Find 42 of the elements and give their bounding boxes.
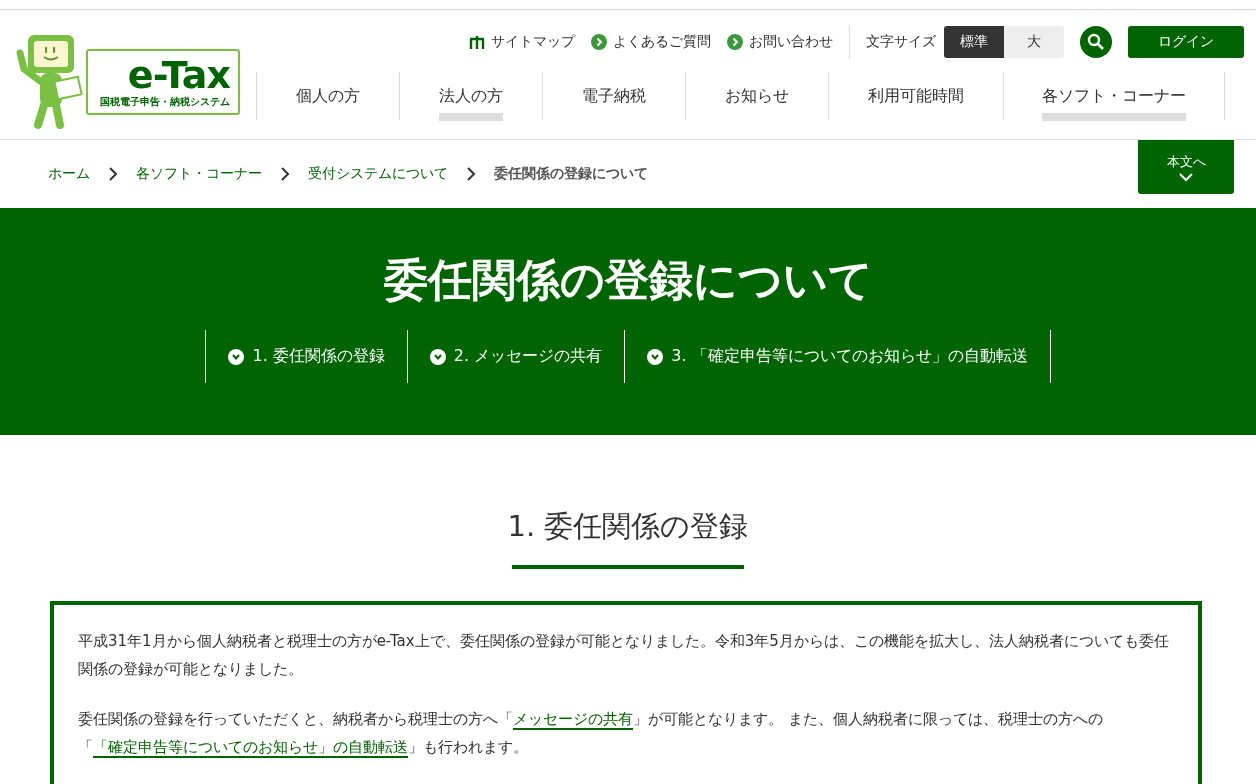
utility-link[interactable]: よくあるご質問 [591, 33, 711, 51]
text-link[interactable]: メッセージの共有 [513, 710, 633, 730]
chevron-down-circle-icon [647, 348, 664, 365]
utility-link[interactable]: お問い合わせ [727, 33, 833, 51]
anchor-link[interactable]: 1. 委任関係の登録 [206, 330, 408, 383]
breadcrumb-link[interactable]: ホーム [48, 165, 90, 183]
current-page-title: 委任関係の登録について [494, 165, 648, 183]
utility-link[interactable]: サイトマップ [469, 33, 575, 51]
search-icon [1087, 33, 1105, 51]
login-button[interactable]: ログイン [1128, 26, 1244, 58]
chevron-circle-icon [591, 34, 607, 50]
search-button[interactable] [1080, 26, 1112, 58]
chevron-down-icon [1179, 172, 1193, 182]
page-title: 委任関係の登録について [383, 253, 873, 307]
chevron-down-circle-icon [228, 348, 245, 365]
chevron-icon [106, 167, 120, 181]
logo[interactable]: e-Tax 国税電子申告・納税システム [86, 48, 240, 115]
nav-tab[interactable]: お知らせ [685, 72, 828, 120]
nav-tab[interactable]: 各ソフト・コーナー [1003, 72, 1225, 120]
chevron-icon [464, 167, 478, 181]
nav-tab[interactable]: 電子納税 [542, 72, 685, 120]
section-heading: 1. 委任関係の登録 [506, 508, 750, 545]
logo-title: e-Tax [127, 54, 230, 95]
paragraph: 委任関係の登録を行っていただくと、納税者から税理士の方へ「メッセージの共有」が可能となります。 また、個人納税者に限っては、税理士の方への「「確定申告等についてのお知らせ」の自動転送」も行われます。 [78, 709, 1104, 760]
nav-tab[interactable]: 利用可能時間 [828, 72, 1003, 120]
font-size-option[interactable]: 標準 [944, 26, 1004, 58]
breadcrumb-link[interactable]: 受付システムについて [308, 165, 448, 183]
skip-to-content-button[interactable]: 本文へ [1138, 140, 1234, 194]
font-size-option[interactable]: 大 [1004, 26, 1064, 58]
sitemap-icon [469, 35, 485, 49]
font-size-label: 文字サイズ [866, 33, 936, 51]
text-link[interactable]: 「確定申告等についてのお知らせ」の自動転送 [93, 738, 408, 758]
paragraph: 平成31年1月から個人納税者と税理士の方がe-Tax上で、委任関係の登録が可能となりました。令和3年5月からは、この機能を拡大し、法人納税者についても委任関係の登録が可能となりました。 [78, 631, 1170, 680]
chevron-down-circle-icon [429, 348, 446, 365]
anchor-link[interactable]: 2. メッセージの共有 [407, 330, 626, 383]
chevron-icon [278, 167, 292, 181]
logo-subtitle: 国税電子申告・納税システム [100, 94, 230, 109]
breadcrumb-link[interactable]: 各ソフト・コーナー [136, 165, 262, 183]
anchor-link[interactable]: 3. 「確定申告等についてのお知らせ」の自動転送 [625, 330, 1051, 383]
nav-tab[interactable]: 法人の方 [399, 72, 542, 120]
chevron-circle-icon [727, 34, 743, 50]
nav-tab[interactable]: 個人の方 [256, 72, 399, 120]
